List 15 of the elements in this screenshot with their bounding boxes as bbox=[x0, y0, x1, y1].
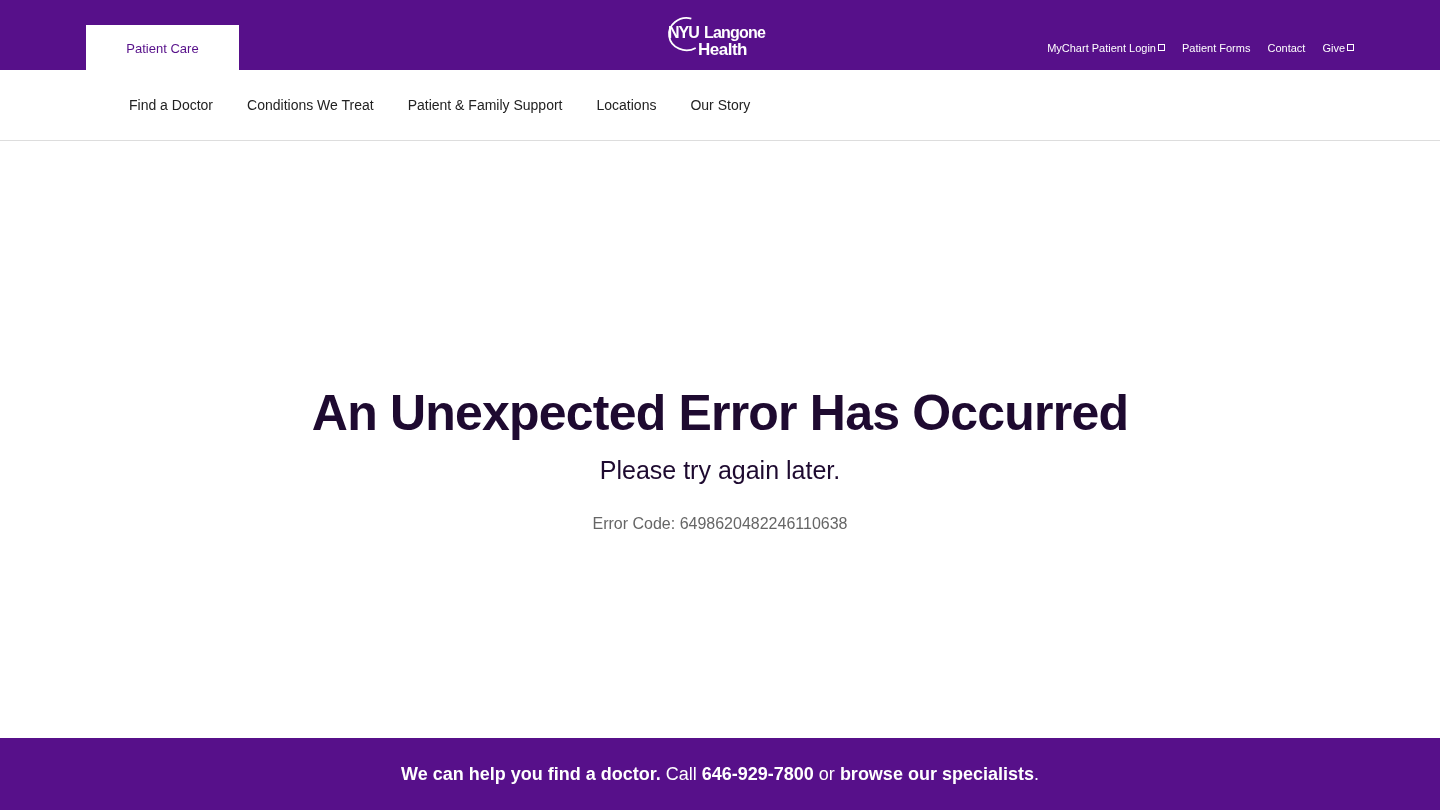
footer-text: We can help you find a doctor. Call 646-929-7800 or browse our specialists. bbox=[401, 763, 1039, 785]
error-title: An Unexpected Error Has Occurred bbox=[311, 384, 1129, 442]
utility-link[interactable]: Give bbox=[1322, 41, 1354, 54]
utility-link[interactable]: Patient Forms bbox=[1182, 41, 1251, 54]
site-tab[interactable]: Patient Care bbox=[86, 25, 239, 70]
nav-link[interactable]: Our Story bbox=[673, 97, 768, 113]
nav-link[interactable]: Find a Doctor bbox=[112, 97, 231, 113]
utility-link[interactable]: Contact bbox=[1267, 41, 1306, 54]
error-message: Please try again later. bbox=[599, 456, 841, 485]
nav-link[interactable]: Patient & Family Support bbox=[390, 97, 580, 113]
error-code: Error Code: 6498620482246110638 bbox=[592, 515, 848, 533]
nav-link[interactable]: Conditions We Treat bbox=[230, 97, 391, 113]
nav-link[interactable]: Locations bbox=[579, 97, 674, 113]
specialists-link[interactable]: browse our specialists bbox=[839, 763, 1034, 784]
utility-link[interactable]: MyChart Patient Login bbox=[1047, 41, 1165, 54]
